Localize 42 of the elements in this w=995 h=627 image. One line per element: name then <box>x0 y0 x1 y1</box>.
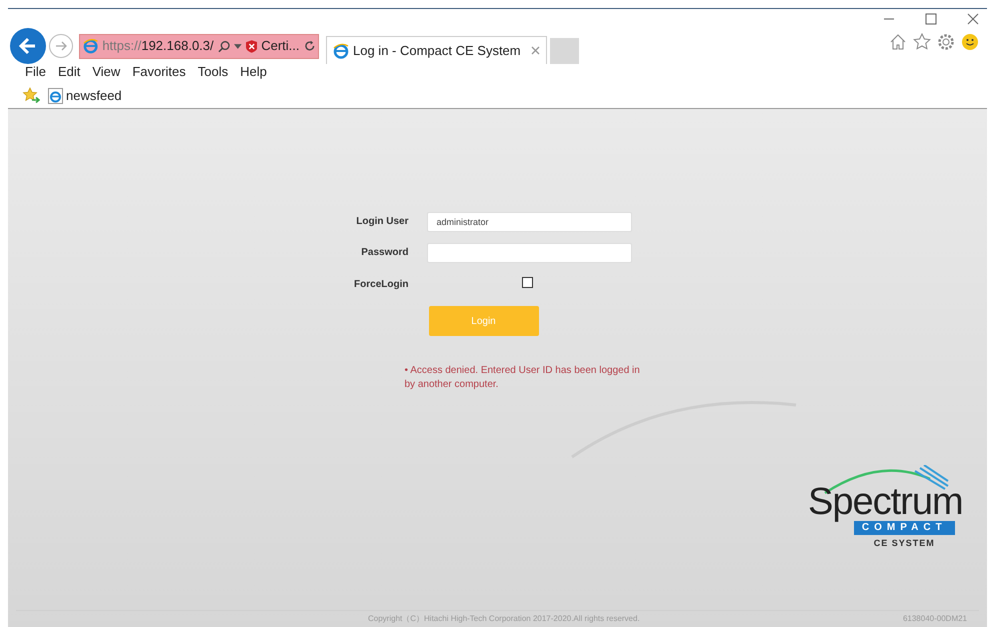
certificate-error-icon[interactable] <box>246 40 258 52</box>
back-arrow-icon <box>18 36 38 56</box>
refresh-icon[interactable] <box>304 40 315 52</box>
field-label: Password <box>360 246 408 260</box>
close-icon[interactable] <box>967 13 979 25</box>
add-favorite-icon[interactable] <box>22 87 40 104</box>
search-icon[interactable] <box>218 40 230 52</box>
close-tab-icon[interactable] <box>530 46 540 55</box>
favorite-link[interactable]: newsfeed <box>48 86 122 106</box>
star-icon[interactable] <box>913 33 931 51</box>
menu-item[interactable]: Favorites <box>127 62 191 82</box>
version-text: 6138040-00DM21 <box>902 613 967 625</box>
smiley-icon[interactable] <box>961 33 979 51</box>
maximize-icon[interactable] <box>925 13 937 25</box>
menu-item[interactable]: Help <box>235 62 272 82</box>
browser-page-icon <box>83 38 98 54</box>
certificate-error-text[interactable]: Certi... <box>261 36 300 56</box>
menu-item[interactable]: View <box>87 62 126 82</box>
menu-item[interactable]: Tools <box>192 62 234 82</box>
force-login-checkbox[interactable] <box>522 276 532 288</box>
field-label: Login User <box>355 215 408 229</box>
forward-arrow-icon <box>54 39 68 53</box>
logo-badge: COMPACT <box>854 521 955 535</box>
address-bar[interactable]: https://192.168.0.3/ Certi... <box>79 34 319 58</box>
copyright-text: Copyright（C）Hitachi High-Tech Corporation 2017-2020.All rights reserved. <box>368 613 640 625</box>
home-icon[interactable] <box>889 33 907 51</box>
dropdown-caret-icon[interactable] <box>234 44 242 48</box>
menu-item[interactable]: Edit <box>52 62 86 82</box>
password-field[interactable] <box>426 242 632 262</box>
tab-title: Log in - Compact CE System <box>353 42 521 60</box>
menu-item[interactable]: File <box>20 62 51 82</box>
logo-subtitle: CE SYSTEM <box>874 537 935 550</box>
browser-tab[interactable]: Log in - Compact CE System <box>326 36 547 64</box>
logo-wordmark: Spectrum <box>808 483 963 521</box>
browser-page-icon <box>333 42 349 58</box>
browser-page-icon <box>48 88 63 104</box>
field-label: ForceLogin <box>353 278 408 292</box>
user-field[interactable]: administrator <box>426 212 632 232</box>
address-url: https://192.168.0.3/ <box>102 37 214 56</box>
error-message: • Access denied. Entered User ID has been logged in by another computer. <box>404 364 641 392</box>
settings-icon[interactable] <box>937 33 955 51</box>
back-button[interactable] <box>10 28 46 64</box>
